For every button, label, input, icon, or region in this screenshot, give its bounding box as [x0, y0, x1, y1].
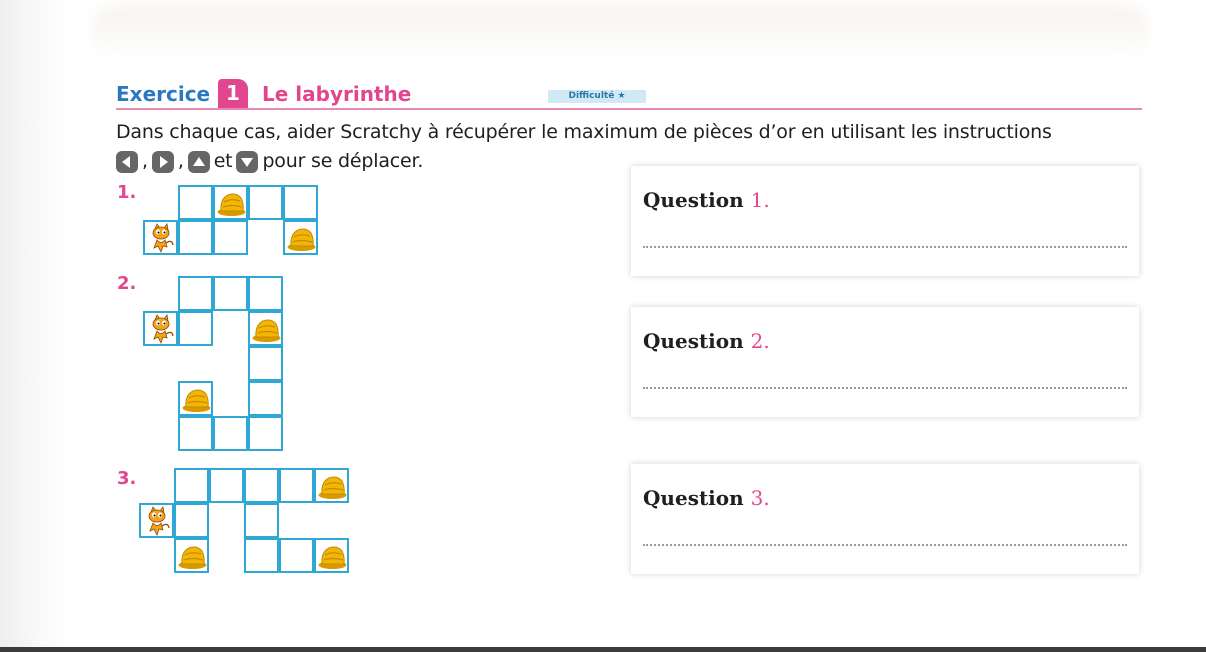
maze-cell [213, 276, 248, 311]
separator-comma: , [177, 150, 184, 172]
instruction-line-2-end: pour se déplacer. [262, 150, 424, 172]
question-title-2: Question 2. [643, 329, 770, 353]
exercise-word: Exercice [116, 82, 211, 106]
maze-cell [248, 276, 283, 311]
scratchy-cat-icon [152, 314, 174, 345]
left-arrow-key-icon [116, 150, 138, 173]
right-arrow-key-icon [151, 150, 174, 173]
maze-label-3: 3. [117, 468, 137, 489]
maze-cell [244, 468, 279, 503]
maze-cell [174, 538, 209, 573]
question-title-1: Question 1. [643, 188, 770, 212]
gold-coins-icon [318, 476, 347, 499]
maze-cell [244, 503, 279, 538]
maze-cell [314, 468, 349, 503]
answer-line-1[interactable] [643, 246, 1127, 248]
exercise-header: Exercice 1 Le labyrinthe Difficulté ★ [116, 79, 1142, 110]
maze-cell [248, 311, 283, 346]
maze-cell [178, 416, 213, 451]
gold-coins-icon [217, 193, 246, 216]
gold-coins-icon [182, 389, 211, 412]
maze-cell [244, 538, 279, 573]
answer-box-2: Question 2. [631, 307, 1139, 417]
answer-box-3: Question 3. [631, 464, 1139, 574]
maze-cell [178, 381, 213, 416]
exercise-number-badge: 1 [218, 79, 248, 108]
maze-cell [178, 185, 213, 220]
down-arrow-key-icon [236, 150, 259, 173]
maze-label-2: 2. [117, 273, 137, 294]
question-number: 2. [750, 329, 770, 353]
gold-coins-icon [178, 546, 207, 569]
maze-cell [139, 503, 174, 538]
answer-line-2[interactable] [643, 387, 1127, 389]
maze-cell [248, 381, 283, 416]
conjunction-et: et [213, 150, 233, 172]
answer-box-1: Question 1. [631, 166, 1139, 276]
maze-cell [213, 220, 248, 255]
question-title-3: Question 3. [643, 486, 770, 510]
maze-cell [143, 311, 178, 346]
page-left-shadow [0, 0, 70, 652]
instruction-line-1: Dans chaque cas, aider Scratchy à récupé… [116, 121, 1052, 143]
maze-cell [279, 468, 314, 503]
maze-cell [209, 468, 244, 503]
maze-cell [248, 346, 283, 381]
exercise-title: Le labyrinthe [262, 82, 412, 106]
gold-coins-icon [252, 319, 281, 342]
maze-cell [143, 220, 178, 255]
scratchy-cat-icon [148, 506, 170, 537]
maze-cell [279, 538, 314, 573]
maze-cell [283, 185, 318, 220]
page-bottom-border [0, 647, 1206, 652]
question-word: Question [643, 329, 744, 353]
maze-cell [178, 220, 213, 255]
gold-coins-icon [287, 228, 316, 251]
maze-cell [213, 185, 248, 220]
separator-comma: , [142, 150, 148, 172]
scratchy-cat-icon [152, 223, 174, 254]
maze-cell [248, 416, 283, 451]
maze-label-1: 1. [117, 182, 137, 203]
difficulty-badge: Difficulté ★ [548, 90, 646, 103]
question-number: 1. [750, 188, 770, 212]
answer-line-3[interactable] [643, 544, 1127, 546]
question-word: Question [643, 188, 744, 212]
up-arrow-key-icon [187, 150, 210, 173]
page-top-shadow [90, 5, 1150, 60]
question-number: 3. [750, 486, 770, 510]
maze-cell [248, 185, 283, 220]
gold-coins-icon [318, 546, 347, 569]
maze-cell [213, 416, 248, 451]
maze-cell [178, 311, 213, 346]
maze-cell [314, 538, 349, 573]
maze-cell [178, 276, 213, 311]
maze-cell [283, 220, 318, 255]
question-word: Question [643, 486, 744, 510]
maze-cell [174, 468, 209, 503]
maze-cell [174, 503, 209, 538]
